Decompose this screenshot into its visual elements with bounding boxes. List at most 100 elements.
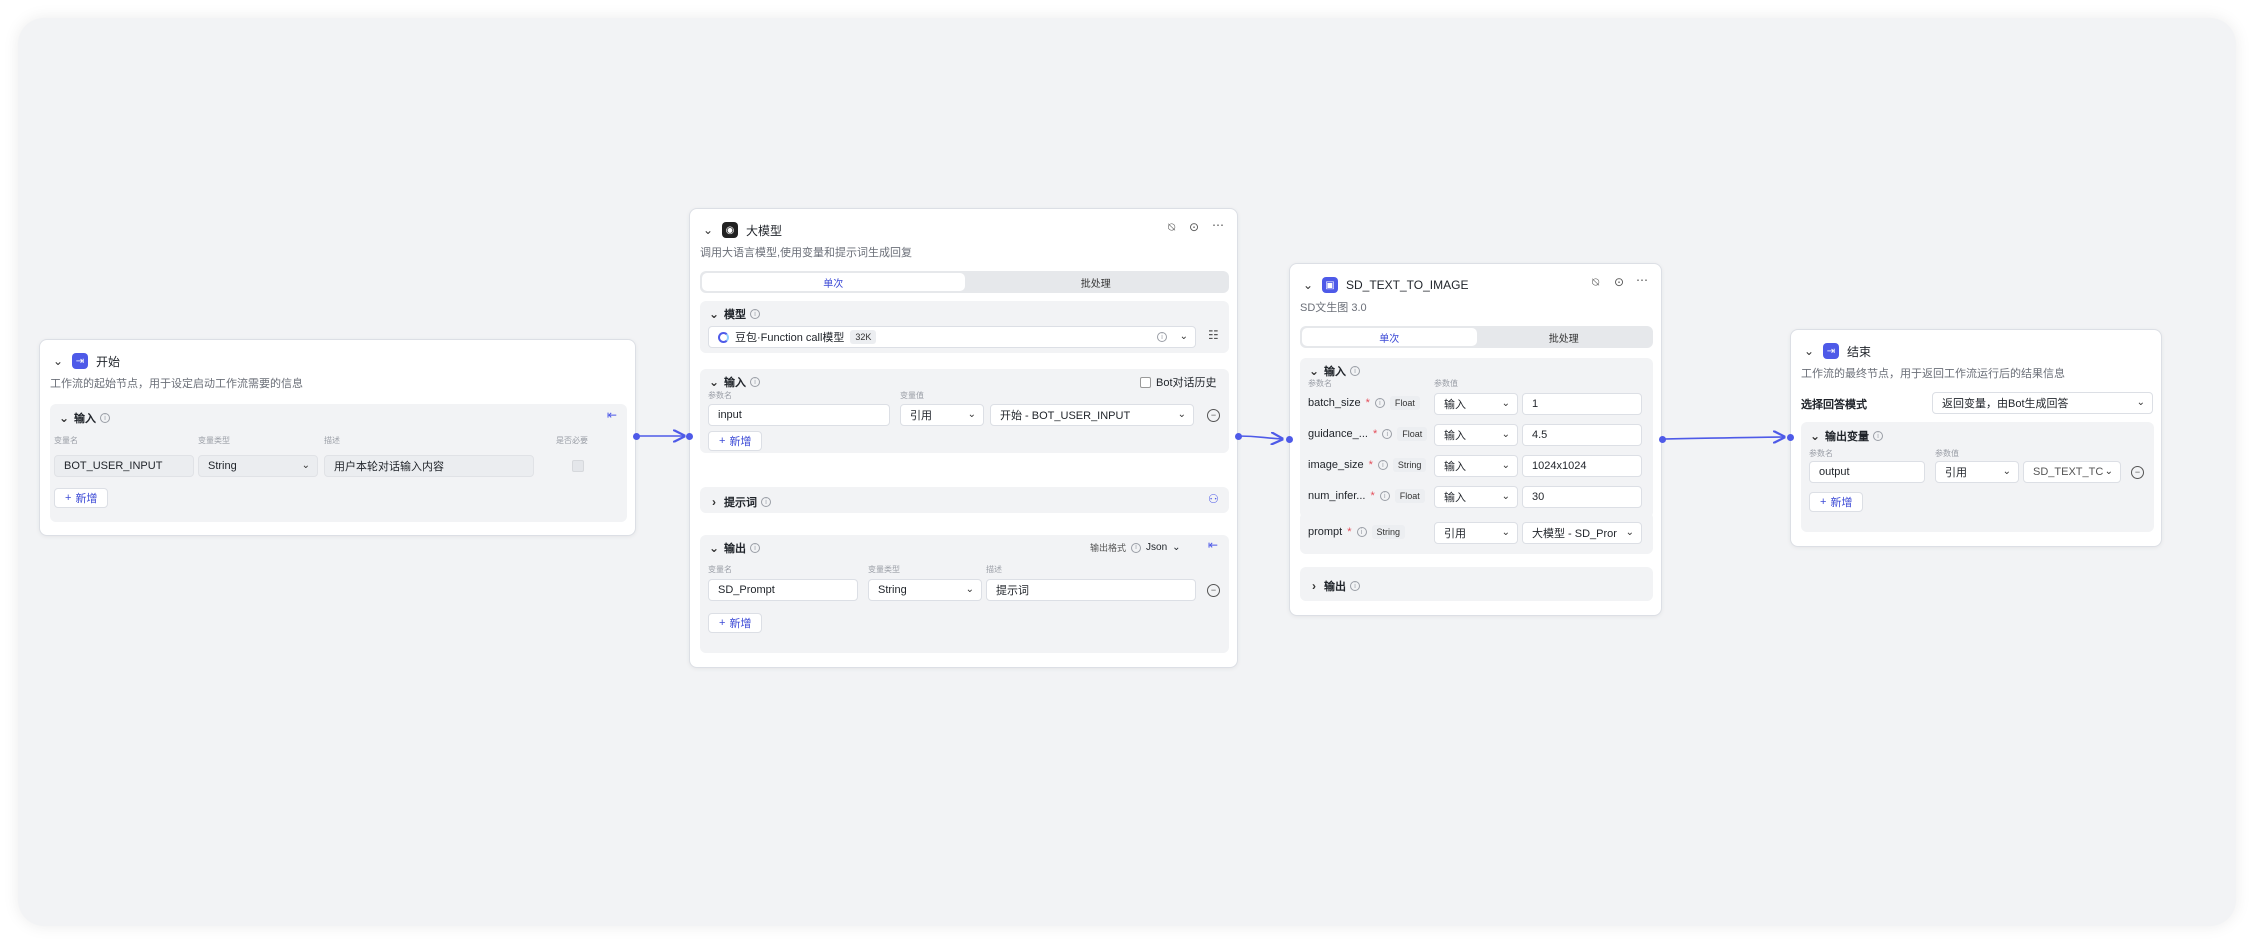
output-ref-select[interactable]: SD_TEXT_TC ⌄ [2023, 461, 2121, 483]
collapse-chevron-icon[interactable]: ⌄ [1803, 344, 1815, 358]
param-mode-select[interactable]: 输入 ⌄ [1434, 393, 1518, 415]
output-mode-select[interactable]: 引用 ⌄ [1935, 461, 2019, 483]
output-desc-field[interactable]: 提示词 [986, 579, 1196, 601]
input-ref-select[interactable]: 开始 - BOT_USER_INPUT ⌄ [990, 404, 1194, 426]
param-value-field[interactable]: 4.5 [1522, 424, 1642, 446]
info-icon: i [1374, 398, 1385, 408]
col-header-name: 变量名 [54, 436, 78, 445]
collapse-chevron-icon[interactable]: ⌄ [702, 223, 714, 237]
model-select[interactable]: 豆包·Function call模型 32K i ⌄ [708, 326, 1196, 348]
collapse-chevron-icon[interactable]: ⌄ [1302, 278, 1314, 292]
tab-batch[interactable]: 批处理 [965, 273, 1228, 291]
input-name-field[interactable]: input [708, 404, 890, 426]
section-title: 模型 [724, 309, 746, 321]
context-badge: 32K [850, 330, 877, 344]
chevron-down-icon: ⌄ [1501, 429, 1510, 440]
input-mode-select[interactable]: 引用 ⌄ [900, 404, 984, 426]
param-value-field[interactable]: 1 [1522, 393, 1642, 415]
type-badge: String [1392, 458, 1427, 472]
sd-node-title: SD_TEXT_TO_IMAGE [1346, 278, 1469, 292]
param-mode-select[interactable]: 引用 ⌄ [1434, 522, 1518, 544]
chevron-down-icon: ⌄ [967, 409, 976, 420]
param-mode-select[interactable]: 输入 ⌄ [1434, 455, 1518, 477]
collapse-chevron-icon[interactable]: ⌄ [58, 411, 70, 425]
bell-off-icon[interactable]: ⍉ [1592, 275, 1599, 290]
param-mode-select[interactable]: 输入 ⌄ [1434, 486, 1518, 508]
llm-node[interactable]: ⌄ ◉ 大模型 ⍉ ⊙ ⋯ 调用大语言模型,使用变量和提示词生成回复 单次 批处… [689, 208, 1238, 668]
llm-node-desc: 调用大语言模型,使用变量和提示词生成回复 [700, 247, 913, 259]
add-button[interactable]: + 新增 [708, 613, 763, 633]
add-button[interactable]: + 新增 [54, 488, 109, 508]
expand-chevron-icon[interactable]: › [1308, 579, 1320, 593]
param-ref-select[interactable]: 大模型 - SD_Pror ⌄ [1522, 522, 1642, 544]
param-value-field[interactable]: 1024x1024 [1522, 455, 1642, 477]
end-node-title: 结束 [1847, 344, 1872, 359]
run-icon[interactable]: ⊙ [1189, 220, 1199, 234]
llm-output-port[interactable] [1235, 433, 1242, 440]
param-mode-select[interactable]: 输入 ⌄ [1434, 424, 1518, 446]
collapse-chevron-icon[interactable]: ⌄ [708, 541, 720, 555]
model-section: ⌄ 模型 i 豆包·Function call模型 32K i ⌄ ☷ [700, 301, 1229, 353]
more-icon[interactable]: ⋯ [1636, 273, 1648, 287]
section-title: 提示词 [724, 497, 757, 509]
var-desc-field[interactable]: 用户本轮对话输入内容 [324, 455, 534, 477]
var-name-field[interactable]: BOT_USER_INPUT [54, 455, 194, 477]
chevron-down-icon: ⌄ [1501, 460, 1510, 471]
info-icon: i [1382, 429, 1393, 439]
collapse-chevron-icon[interactable]: ⌄ [52, 354, 64, 368]
prompt-library-icon[interactable]: ⚇ [1208, 492, 1219, 506]
output-format-select[interactable]: Json [1146, 542, 1167, 553]
add-output-icon[interactable]: ⇤ [1208, 538, 1218, 552]
param-label: guidance_... * i Float [1308, 427, 1428, 441]
sd-input-port[interactable] [1286, 436, 1293, 443]
start-node-desc: 工作流的起始节点，用于设定启动工作流需要的信息 [50, 378, 303, 390]
output-name-field[interactable]: output [1809, 461, 1925, 483]
col-header-var: 变量名 [708, 565, 732, 574]
model-settings-icon[interactable]: ☷ [1208, 328, 1219, 342]
add-input-icon[interactable]: ⇤ [607, 408, 617, 422]
llm-node-title: 大模型 [746, 223, 783, 238]
type-badge: Float [1394, 489, 1425, 503]
collapse-chevron-icon[interactable]: ⌄ [1308, 364, 1320, 378]
remove-row-icon[interactable]: − [1207, 409, 1220, 422]
more-icon[interactable]: ⋯ [1212, 218, 1224, 232]
collapse-chevron-icon[interactable]: ⌄ [708, 375, 720, 389]
bot-history-checkbox[interactable] [1140, 376, 1151, 388]
section-title: 输入 [724, 377, 746, 389]
info-icon: i [761, 497, 771, 507]
collapse-chevron-icon[interactable]: ⌄ [1809, 429, 1821, 443]
output-name-field[interactable]: SD_Prompt [708, 579, 858, 601]
end-node-icon: ⇥ [1823, 343, 1839, 359]
required-checkbox[interactable] [572, 460, 584, 472]
tab-single[interactable]: 单次 [1302, 328, 1477, 346]
run-icon[interactable]: ⊙ [1614, 275, 1624, 289]
start-node[interactable]: ⌄ ⇥ 开始 工作流的起始节点，用于设定启动工作流需要的信息 ⌄ 输入 i ⇤ … [39, 339, 636, 536]
sd-node[interactable]: ⌄ ▣ SD_TEXT_TO_IMAGE ⍉ ⊙ ⋯ SD文生图 3.0 单次 … [1289, 263, 1662, 616]
tab-single[interactable]: 单次 [702, 273, 965, 291]
col-header-desc: 描述 [324, 436, 340, 445]
sd-output-port[interactable] [1659, 436, 1666, 443]
tab-batch[interactable]: 批处理 [1477, 328, 1652, 346]
type-badge: Float [1397, 427, 1428, 441]
remove-row-icon[interactable]: − [2131, 466, 2144, 479]
col-header-required: 是否必要 [556, 436, 588, 445]
param-value-field[interactable]: 30 [1522, 486, 1642, 508]
answer-mode-select[interactable]: 返回变量，由Bot生成回答 ⌄ [1932, 392, 2153, 414]
section-title: 输入 [1324, 366, 1346, 378]
bot-history-label: Bot对话历史 [1156, 377, 1217, 389]
start-output-port[interactable] [633, 433, 640, 440]
end-node[interactable]: ⌄ ⇥ 结束 工作流的最终节点，用于返回工作流运行后的结果信息 选择回答模式 返… [1790, 329, 2162, 547]
remove-row-icon[interactable]: − [1207, 584, 1220, 597]
collapse-chevron-icon[interactable]: ⌄ [708, 307, 720, 321]
end-input-port[interactable] [1787, 434, 1794, 441]
add-button[interactable]: + 新增 [708, 431, 763, 451]
expand-chevron-icon[interactable]: › [708, 495, 720, 509]
param-label: image_size * i String [1308, 458, 1427, 472]
var-type-select[interactable]: String ⌄ [198, 455, 318, 477]
output-type-select[interactable]: String ⌄ [868, 579, 982, 601]
llm-input-port[interactable] [686, 433, 693, 440]
add-button[interactable]: + 新增 [1809, 492, 1864, 512]
info-icon: i [1873, 431, 1883, 441]
bell-off-icon[interactable]: ⍉ [1168, 220, 1175, 235]
sd-plugin-icon: ▣ [1322, 277, 1338, 293]
